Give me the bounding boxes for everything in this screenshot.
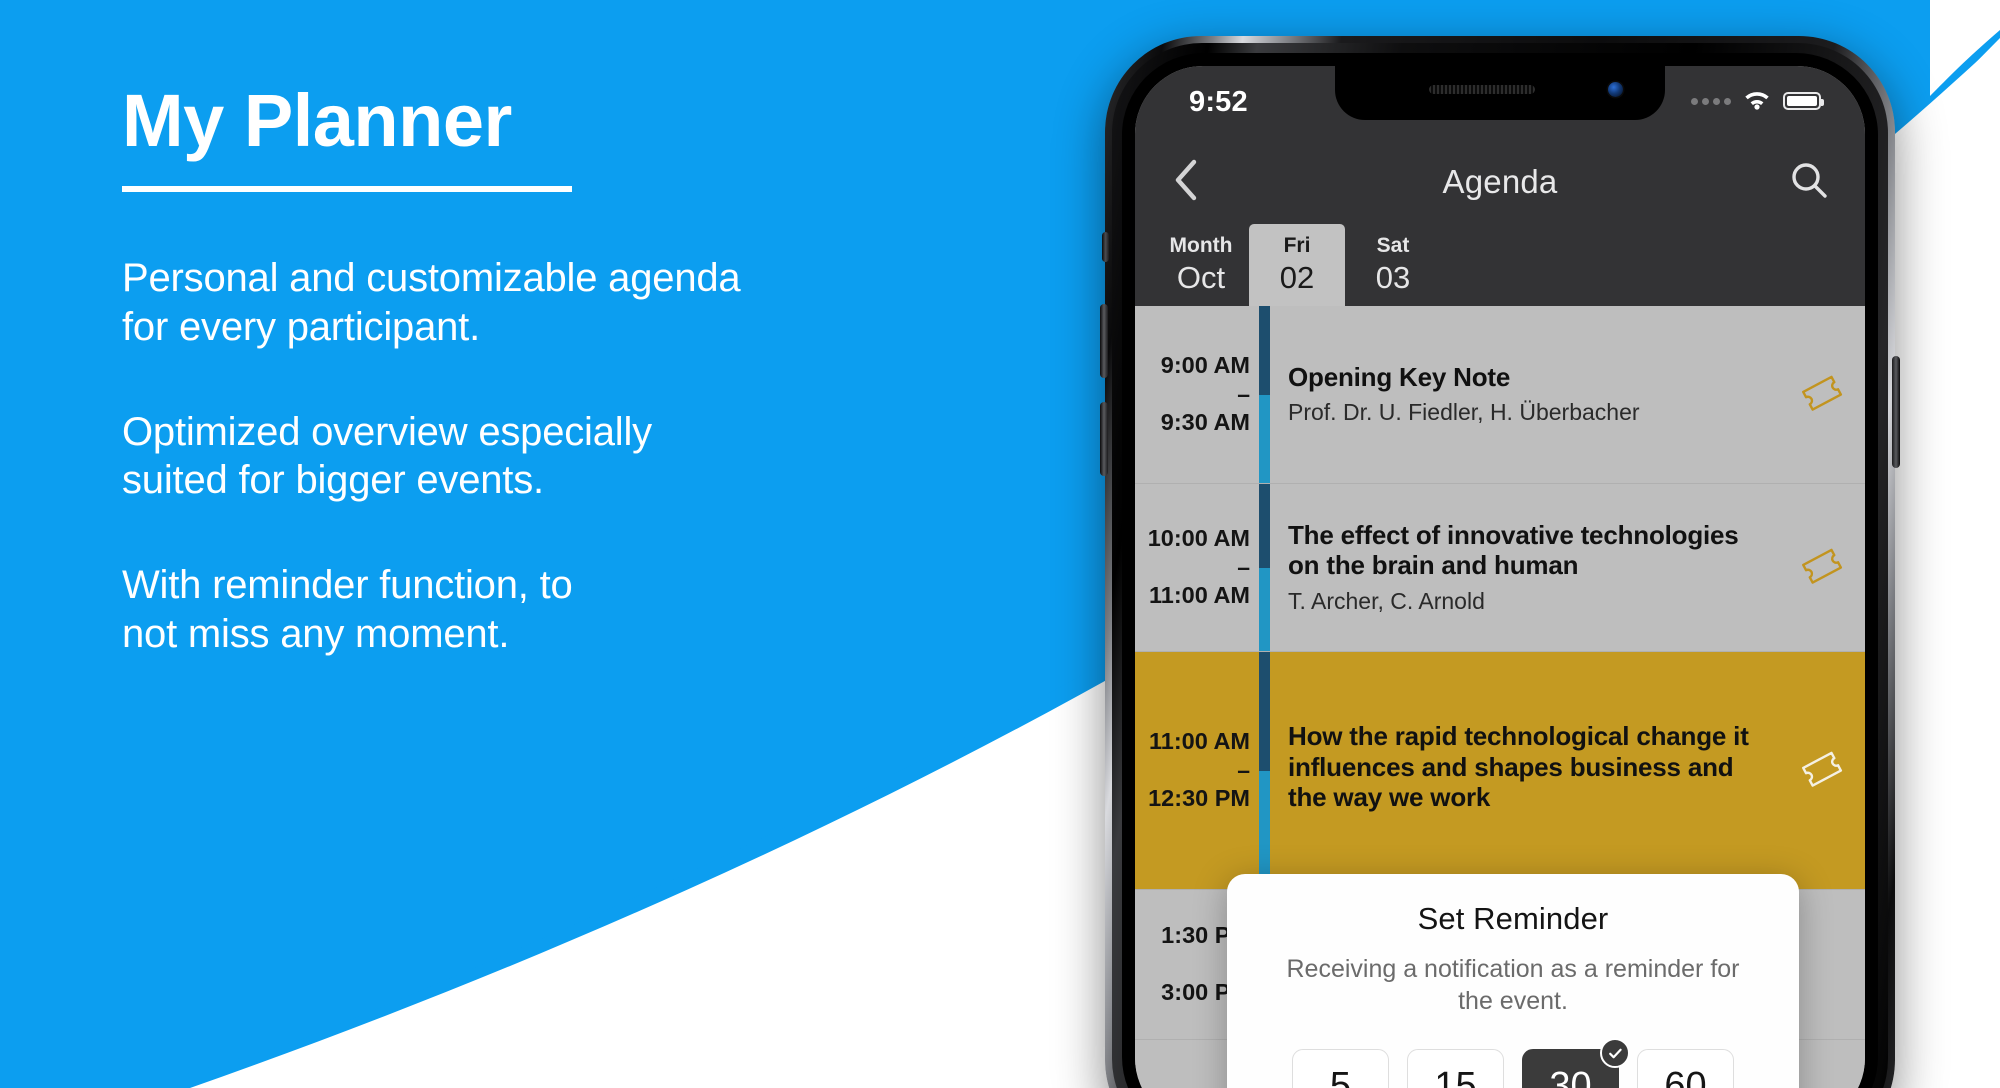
marketing-paragraph-2: Optimized overview especially suited for… (122, 409, 652, 503)
agenda-row-time: 10:00 AM – 11:00 AM (1135, 484, 1259, 651)
dialog-title: Set Reminder (1417, 901, 1609, 936)
status-bar: 9:52 (1135, 66, 1865, 144)
agenda-row-subtitle: Prof. Dr. U. Fiedler, H. Überbacher (1288, 399, 1640, 426)
agenda-row-dash: – (1237, 757, 1250, 783)
agenda-row-body: How the rapid technological change it in… (1270, 652, 1781, 889)
check-circle-icon (1600, 1038, 1630, 1068)
page-title: My Planner (122, 79, 512, 162)
agenda-list[interactable]: 9:00 AM – 9:30 AM Opening Key Note Prof.… (1135, 306, 1865, 1088)
reminder-option-value: 60 (1664, 1065, 1707, 1088)
phone-mockup: 9:52 Agenda Month Oct Fri 02 Sat 03 9:00… (1100, 36, 1900, 1088)
agenda-row[interactable]: 11:00 AM – 12:30 PM How the rapid techno… (1135, 652, 1865, 890)
power-button[interactable] (1892, 356, 1900, 468)
agenda-row-title: How the rapid technological change it in… (1288, 721, 1749, 813)
signal-dots-icon (1691, 97, 1731, 105)
front-camera-icon (1608, 82, 1623, 97)
day-tab-sat-03[interactable]: Sat 03 (1345, 224, 1441, 306)
agenda-row-title: Opening Key Note (1288, 362, 1511, 392)
agenda-row[interactable]: 10:00 AM – 11:00 AM The effect of innova… (1135, 484, 1865, 652)
mute-switch-button[interactable] (1102, 232, 1109, 262)
agenda-row-start: 11:00 AM (1148, 728, 1250, 755)
agenda-row-title: The effect of innovative technologies on… (1288, 519, 1739, 581)
agenda-row[interactable]: 9:00 AM – 9:30 AM Opening Key Note Prof.… (1135, 306, 1865, 484)
agenda-row-body: Opening Key Note Prof. Dr. U. Fiedler, H… (1270, 306, 1781, 483)
volume-up-button[interactable] (1100, 304, 1108, 378)
set-reminder-dialog: Set Reminder Receiving a notification as… (1227, 874, 1799, 1088)
day-tab-fri-02[interactable]: Fri 02 (1249, 224, 1345, 306)
agenda-row-body: The effect of innovative technologies on… (1270, 484, 1781, 651)
agenda-row-dash: – (1237, 554, 1250, 580)
agenda-row-time: 9:00 AM – 9:30 AM (1135, 306, 1259, 483)
volume-down-button[interactable] (1100, 402, 1108, 476)
reminder-option-60[interactable]: 60 Minutes (1637, 1049, 1734, 1088)
day-tab-month[interactable]: Month Oct (1153, 224, 1249, 306)
search-button[interactable] (1789, 160, 1829, 205)
navigation-bar: Agenda (1135, 144, 1865, 220)
back-button[interactable] (1171, 158, 1201, 207)
agenda-row-color-bar (1259, 306, 1270, 483)
reminder-option-30[interactable]: 30 Minutes (1522, 1038, 1630, 1088)
marketing-copy: My Planner Personal and customizable age… (122, 84, 882, 659)
agenda-row-dash: – (1237, 381, 1250, 407)
agenda-row-start: 9:00 AM (1160, 352, 1250, 379)
reminder-option-value: 5 (1329, 1065, 1352, 1088)
day-tab-value: Oct (1176, 259, 1226, 295)
ticket-icon (1802, 375, 1843, 411)
chevron-left-icon (1175, 159, 1197, 200)
agenda-row-color-bar (1259, 484, 1270, 651)
dialog-description: Receiving a notification as a reminder f… (1286, 955, 1740, 1015)
agenda-row-ticket-button[interactable] (1781, 652, 1865, 889)
status-bar-indicators (1691, 90, 1824, 112)
agenda-row-start: 10:00 AM (1147, 525, 1250, 552)
day-tab-label: Month (1169, 233, 1233, 257)
agenda-row-end: 9:30 AM (1160, 409, 1250, 435)
search-icon (1792, 162, 1827, 198)
day-tab-value: 03 (1375, 259, 1411, 295)
ticket-icon (1802, 751, 1843, 787)
agenda-row-ticket-button[interactable] (1781, 484, 1865, 651)
ticket-icon (1802, 548, 1843, 584)
reminder-options: 5 Minutes 15 Minutes 30 Minutes (1227, 1017, 1799, 1088)
reminder-option-15[interactable]: 15 Minutes (1407, 1049, 1504, 1088)
battery-full-icon (1783, 92, 1824, 110)
agenda-row-time: 11:00 AM – 12:30 PM (1135, 652, 1259, 889)
agenda-row-end: 11:00 AM (1148, 582, 1250, 608)
marketing-paragraph-3: With reminder function, to not miss any … (122, 563, 573, 656)
status-bar-time: 9:52 (1189, 86, 1248, 118)
day-tabs: Month Oct Fri 02 Sat 03 (1135, 220, 1865, 306)
phone-notch (1335, 66, 1665, 120)
wifi-icon (1745, 92, 1769, 110)
agenda-row-color-bar (1259, 652, 1270, 889)
nav-title: Agenda (1442, 163, 1558, 200)
reminder-option-5[interactable]: 5 Minutes (1292, 1049, 1389, 1088)
marketing-paragraph-1: Personal and customizable agenda for eve… (122, 256, 741, 349)
earpiece-speaker-icon (1429, 85, 1535, 94)
agenda-row-subtitle: T. Archer, C. Arnold (1288, 587, 1485, 614)
day-tab-label: Sat (1376, 233, 1410, 257)
day-tab-value: 02 (1279, 259, 1315, 295)
day-tab-label: Fri (1283, 233, 1311, 257)
reminder-option-value: 30 (1549, 1065, 1592, 1088)
title-underline (122, 186, 572, 192)
agenda-row-end: 12:30 PM (1148, 785, 1250, 811)
agenda-row-ticket-button[interactable] (1781, 306, 1865, 483)
phone-screen: 9:52 Agenda Month Oct Fri 02 Sat 03 9:00… (1135, 66, 1865, 1088)
reminder-option-value: 15 (1434, 1065, 1477, 1088)
